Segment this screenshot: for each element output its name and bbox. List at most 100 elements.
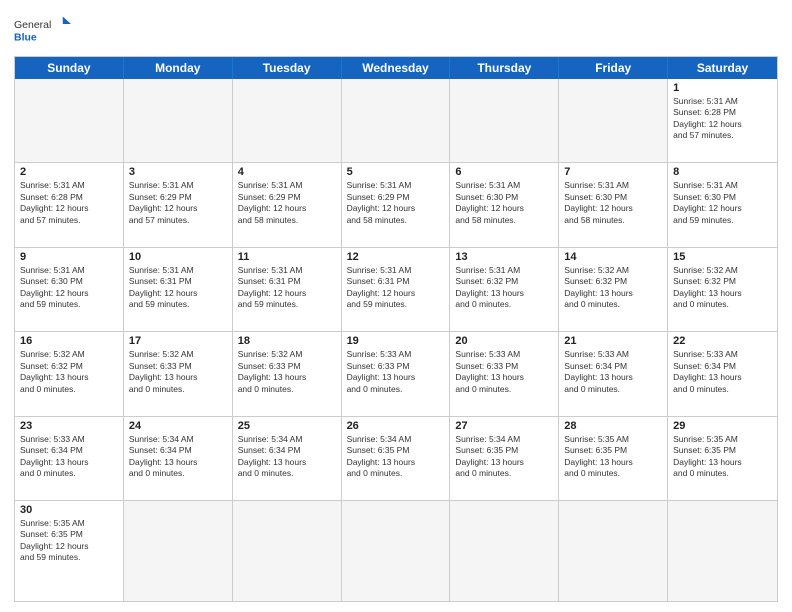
day-info: Sunrise: 5:31 AM Sunset: 6:31 PM Dayligh… bbox=[129, 265, 227, 311]
day-info: Sunrise: 5:34 AM Sunset: 6:34 PM Dayligh… bbox=[238, 434, 336, 480]
day-number: 15 bbox=[673, 251, 772, 263]
day-info: Sunrise: 5:34 AM Sunset: 6:35 PM Dayligh… bbox=[455, 434, 553, 480]
day-number: 5 bbox=[347, 166, 445, 178]
day-info: Sunrise: 5:32 AM Sunset: 6:33 PM Dayligh… bbox=[129, 349, 227, 395]
calendar-cell: 9 Sunrise: 5:31 AM Sunset: 6:30 PM Daylig… bbox=[15, 248, 124, 331]
day-number: 10 bbox=[129, 251, 227, 263]
day-info: Sunrise: 5:33 AM Sunset: 6:34 PM Dayligh… bbox=[673, 349, 772, 395]
calendar-cell bbox=[233, 79, 342, 162]
calendar: SundayMondayTuesdayWednesdayThursdayFrid… bbox=[14, 56, 778, 602]
day-number: 24 bbox=[129, 420, 227, 432]
calendar-row: 30Sunrise: 5:35 AM Sunset: 6:35 PM Dayli… bbox=[15, 501, 777, 601]
calendar-row: 2 Sunrise: 5:31 AM Sunset: 6:28 PM Daylig… bbox=[15, 163, 777, 247]
day-info: Sunrise: 5:31 AM Sunset: 6:29 PM Dayligh… bbox=[238, 180, 336, 226]
day-info: Sunrise: 5:31 AM Sunset: 6:28 PM Dayligh… bbox=[20, 180, 118, 226]
day-number: 9 bbox=[20, 251, 118, 263]
calendar-cell bbox=[15, 79, 124, 162]
calendar-cell: 22 Sunrise: 5:33 AM Sunset: 6:34 PM Dayli… bbox=[668, 332, 777, 415]
calendar-cell bbox=[342, 79, 451, 162]
day-info: Sunrise: 5:31 AM Sunset: 6:30 PM Dayligh… bbox=[564, 180, 662, 226]
day-number: 11 bbox=[238, 251, 336, 263]
calendar-cell: 4Sunrise: 5:31 AM Sunset: 6:29 PM Daylig… bbox=[233, 163, 342, 246]
calendar-row: 23 Sunrise: 5:33 AM Sunset: 6:34 PM Dayli… bbox=[15, 417, 777, 501]
calendar-cell bbox=[559, 79, 668, 162]
calendar-cell: 20Sunrise: 5:33 AM Sunset: 6:33 PM Dayli… bbox=[450, 332, 559, 415]
calendar-cell: 25 Sunrise: 5:34 AM Sunset: 6:34 PM Dayli… bbox=[233, 417, 342, 500]
day-info: Sunrise: 5:31 AM Sunset: 6:31 PM Dayligh… bbox=[347, 265, 445, 311]
day-number: 22 bbox=[673, 335, 772, 347]
day-number: 8 bbox=[673, 166, 772, 178]
day-info: Sunrise: 5:31 AM Sunset: 6:28 PM Dayligh… bbox=[673, 96, 772, 142]
day-number: 1 bbox=[673, 82, 772, 94]
calendar-header-cell: Thursday bbox=[450, 57, 559, 79]
calendar-cell: 15 Sunrise: 5:32 AM Sunset: 6:32 PM Dayli… bbox=[668, 248, 777, 331]
day-info: Sunrise: 5:32 AM Sunset: 6:32 PM Dayligh… bbox=[20, 349, 118, 395]
svg-text:Blue: Blue bbox=[14, 32, 37, 44]
calendar-cell bbox=[124, 79, 233, 162]
day-info: Sunrise: 5:32 AM Sunset: 6:32 PM Dayligh… bbox=[564, 265, 662, 311]
day-info: Sunrise: 5:33 AM Sunset: 6:33 PM Dayligh… bbox=[347, 349, 445, 395]
day-number: 20 bbox=[455, 335, 553, 347]
day-info: Sunrise: 5:31 AM Sunset: 6:30 PM Dayligh… bbox=[673, 180, 772, 226]
day-number: 2 bbox=[20, 166, 118, 178]
calendar-header-cell: Tuesday bbox=[233, 57, 342, 79]
logo: General Blue bbox=[14, 10, 74, 50]
day-info: Sunrise: 5:31 AM Sunset: 6:30 PM Dayligh… bbox=[20, 265, 118, 311]
day-info: Sunrise: 5:34 AM Sunset: 6:35 PM Dayligh… bbox=[347, 434, 445, 480]
calendar-cell: 10 Sunrise: 5:31 AM Sunset: 6:31 PM Dayli… bbox=[124, 248, 233, 331]
day-number: 27 bbox=[455, 420, 553, 432]
day-info: Sunrise: 5:31 AM Sunset: 6:31 PM Dayligh… bbox=[238, 265, 336, 311]
day-number: 21 bbox=[564, 335, 662, 347]
calendar-cell: 17 Sunrise: 5:32 AM Sunset: 6:33 PM Dayli… bbox=[124, 332, 233, 415]
calendar-row: 9 Sunrise: 5:31 AM Sunset: 6:30 PM Daylig… bbox=[15, 248, 777, 332]
calendar-cell: 6Sunrise: 5:31 AM Sunset: 6:30 PM Daylig… bbox=[450, 163, 559, 246]
svg-text:General: General bbox=[14, 19, 51, 31]
calendar-row: 1 Sunrise: 5:31 AM Sunset: 6:28 PM Daylig… bbox=[15, 79, 777, 163]
day-number: 12 bbox=[347, 251, 445, 263]
calendar-cell: 19 Sunrise: 5:33 AM Sunset: 6:33 PM Dayli… bbox=[342, 332, 451, 415]
day-number: 18 bbox=[238, 335, 336, 347]
calendar-cell bbox=[668, 501, 777, 601]
calendar-header: SundayMondayTuesdayWednesdayThursdayFrid… bbox=[15, 57, 777, 79]
day-info: Sunrise: 5:31 AM Sunset: 6:30 PM Dayligh… bbox=[455, 180, 553, 226]
day-number: 28 bbox=[564, 420, 662, 432]
day-number: 25 bbox=[238, 420, 336, 432]
day-number: 30 bbox=[20, 504, 118, 516]
calendar-cell bbox=[450, 79, 559, 162]
calendar-cell: 21Sunrise: 5:33 AM Sunset: 6:34 PM Dayli… bbox=[559, 332, 668, 415]
day-info: Sunrise: 5:33 AM Sunset: 6:34 PM Dayligh… bbox=[20, 434, 118, 480]
generalblue-logo-icon: General Blue bbox=[14, 10, 74, 50]
day-number: 7 bbox=[564, 166, 662, 178]
calendar-header-cell: Saturday bbox=[668, 57, 777, 79]
calendar-cell bbox=[342, 501, 451, 601]
calendar-cell: 2 Sunrise: 5:31 AM Sunset: 6:28 PM Daylig… bbox=[15, 163, 124, 246]
header: General Blue bbox=[14, 10, 778, 50]
calendar-header-cell: Friday bbox=[559, 57, 668, 79]
calendar-cell bbox=[124, 501, 233, 601]
calendar-cell: 8 Sunrise: 5:31 AM Sunset: 6:30 PM Daylig… bbox=[668, 163, 777, 246]
calendar-cell: 29Sunrise: 5:35 AM Sunset: 6:35 PM Dayli… bbox=[668, 417, 777, 500]
calendar-row: 16 Sunrise: 5:32 AM Sunset: 6:32 PM Dayli… bbox=[15, 332, 777, 416]
calendar-cell: 27 Sunrise: 5:34 AM Sunset: 6:35 PM Dayli… bbox=[450, 417, 559, 500]
day-number: 19 bbox=[347, 335, 445, 347]
calendar-cell: 16 Sunrise: 5:32 AM Sunset: 6:32 PM Dayli… bbox=[15, 332, 124, 415]
day-info: Sunrise: 5:31 AM Sunset: 6:32 PM Dayligh… bbox=[455, 265, 553, 311]
calendar-cell: 26Sunrise: 5:34 AM Sunset: 6:35 PM Dayli… bbox=[342, 417, 451, 500]
calendar-body: 1 Sunrise: 5:31 AM Sunset: 6:28 PM Daylig… bbox=[15, 79, 777, 601]
day-number: 16 bbox=[20, 335, 118, 347]
calendar-cell: 1 Sunrise: 5:31 AM Sunset: 6:28 PM Daylig… bbox=[668, 79, 777, 162]
day-info: Sunrise: 5:35 AM Sunset: 6:35 PM Dayligh… bbox=[564, 434, 662, 480]
page: General Blue SundayMondayTuesdayWednesda… bbox=[0, 0, 792, 612]
calendar-cell: 12 Sunrise: 5:31 AM Sunset: 6:31 PM Dayli… bbox=[342, 248, 451, 331]
day-info: Sunrise: 5:32 AM Sunset: 6:33 PM Dayligh… bbox=[238, 349, 336, 395]
calendar-cell: 28 Sunrise: 5:35 AM Sunset: 6:35 PM Dayli… bbox=[559, 417, 668, 500]
calendar-cell: 14Sunrise: 5:32 AM Sunset: 6:32 PM Dayli… bbox=[559, 248, 668, 331]
calendar-cell: 30Sunrise: 5:35 AM Sunset: 6:35 PM Dayli… bbox=[15, 501, 124, 601]
calendar-cell: 24Sunrise: 5:34 AM Sunset: 6:34 PM Dayli… bbox=[124, 417, 233, 500]
day-number: 17 bbox=[129, 335, 227, 347]
day-number: 23 bbox=[20, 420, 118, 432]
day-number: 13 bbox=[455, 251, 553, 263]
day-info: Sunrise: 5:32 AM Sunset: 6:32 PM Dayligh… bbox=[673, 265, 772, 311]
calendar-cell: 13 Sunrise: 5:31 AM Sunset: 6:32 PM Dayli… bbox=[450, 248, 559, 331]
calendar-header-cell: Monday bbox=[124, 57, 233, 79]
